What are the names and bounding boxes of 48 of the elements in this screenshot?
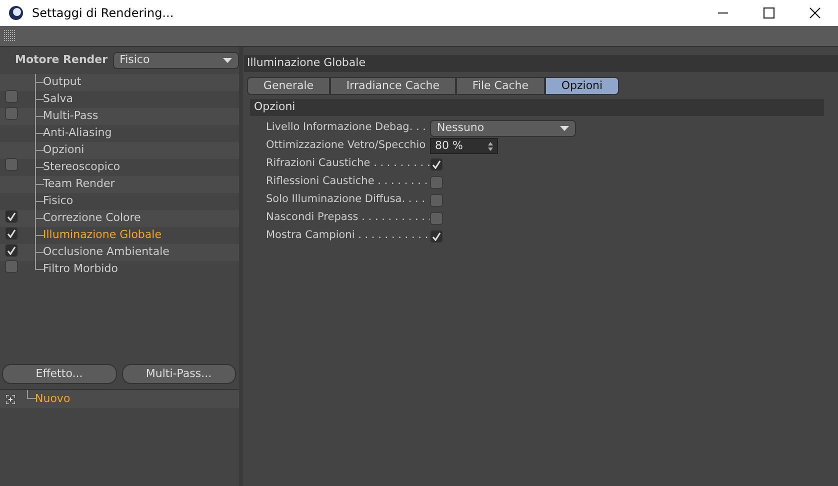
checkbox[interactable] xyxy=(430,212,443,224)
grip-icon[interactable] xyxy=(4,30,16,42)
caret-icon xyxy=(560,126,569,130)
sidebar-item[interactable]: Fisico xyxy=(43,193,74,210)
option-label: Ottimizzazione Vetro/Specchio xyxy=(266,138,427,154)
caret-icon xyxy=(223,58,232,63)
app-icon xyxy=(8,5,24,21)
checkbox[interactable] xyxy=(5,210,18,224)
panel-title: Illuminazione Globale xyxy=(244,55,838,72)
sidebar-item[interactable]: Output xyxy=(43,74,82,91)
renderer-label: Motore Render xyxy=(15,52,108,68)
section-header: Opzioni xyxy=(250,99,824,116)
checkbox[interactable] xyxy=(5,107,18,120)
option-dropdown[interactable]: Nessuno xyxy=(430,120,576,136)
checkbox[interactable] xyxy=(430,176,443,188)
action-button[interactable]: Multi-Pass... xyxy=(122,364,236,384)
renderer-dropdown[interactable]: Fisico xyxy=(112,52,239,69)
sidebar-item[interactable]: Stereoscopico xyxy=(43,159,120,176)
tab[interactable]: Opzioni xyxy=(544,77,620,95)
option-label: Mostra Campioni . . . . . . . . . . . xyxy=(266,228,430,244)
maximize-icon[interactable] xyxy=(763,7,775,19)
option-label: Rifrazioni Caustiche . . . . . . . . . xyxy=(266,156,430,172)
checkbox[interactable] xyxy=(5,260,18,274)
sidebar-item[interactable]: Illuminazione Globale xyxy=(43,227,162,244)
expand-icon[interactable] xyxy=(6,394,15,404)
number-field[interactable]: 80 % xyxy=(430,138,498,154)
checkbox[interactable] xyxy=(430,194,443,206)
tab[interactable]: Irradiance Cache xyxy=(330,77,456,95)
sidebar-item[interactable]: Salva xyxy=(43,91,74,108)
tab[interactable]: Generale xyxy=(247,77,330,95)
option-label: Riflessioni Caustiche . . . . . . . . xyxy=(266,174,429,190)
preset-item[interactable]: Nuovo xyxy=(35,390,70,408)
option-label: Solo Illuminazione Diffusa. . . . xyxy=(266,192,426,208)
option-label: Livello Informazione Debag. . . xyxy=(266,120,428,136)
sidebar-item[interactable]: Anti-Aliasing xyxy=(43,125,112,142)
checkbox[interactable] xyxy=(430,230,443,242)
checkbox[interactable] xyxy=(5,158,18,172)
checkbox[interactable] xyxy=(430,158,443,170)
action-button[interactable]: Effetto... xyxy=(2,364,116,384)
tab[interactable]: File Cache xyxy=(456,77,545,95)
sidebar-item[interactable]: Filtro Morbido xyxy=(43,261,118,278)
window-title: Settaggi di Rendering... xyxy=(32,5,174,22)
spinner-icon[interactable] xyxy=(488,142,493,150)
sidebar-item[interactable]: Opzioni xyxy=(43,142,84,159)
checkbox[interactable] xyxy=(5,244,18,258)
checkbox[interactable] xyxy=(5,90,18,104)
checkbox[interactable] xyxy=(5,227,18,240)
close-icon[interactable] xyxy=(809,7,821,19)
